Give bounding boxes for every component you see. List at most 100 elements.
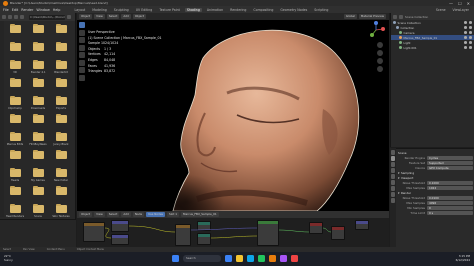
file-item[interactable] bbox=[4, 149, 26, 167]
file-item[interactable]: Jenny Black bbox=[50, 131, 72, 149]
tab-modeling[interactable]: Modeling bbox=[90, 8, 109, 12]
file-path-field[interactable]: C:\Users\Studio\...\Documents\ bbox=[29, 14, 65, 20]
minimize-button[interactable]: — bbox=[449, 1, 453, 6]
taskbar-clock[interactable]: 3:15 PM 6/12/2024 bbox=[456, 254, 470, 262]
render-camera-icon[interactable] bbox=[469, 21, 472, 24]
menu-help[interactable]: Help bbox=[53, 8, 61, 12]
file-item[interactable] bbox=[27, 77, 49, 95]
modifier-tab-icon[interactable] bbox=[390, 192, 396, 197]
property-field[interactable]: 4096 bbox=[427, 200, 473, 205]
node-add-menu[interactable]: Add bbox=[121, 212, 131, 217]
world-tab-icon[interactable] bbox=[390, 180, 396, 185]
windows-start-icon[interactable] bbox=[172, 255, 179, 262]
forward-arrow-icon[interactable] bbox=[8, 15, 12, 19]
back-arrow-icon[interactable] bbox=[2, 15, 6, 19]
cursor-tool-icon[interactable] bbox=[79, 29, 85, 36]
visibility-eye-icon[interactable] bbox=[464, 21, 467, 24]
menu-window[interactable]: Window bbox=[36, 8, 49, 12]
outliner-row[interactable]: Light.001 bbox=[391, 45, 474, 50]
property-field[interactable]: 1024 bbox=[427, 185, 473, 190]
select-box-tool-icon[interactable] bbox=[79, 22, 85, 28]
close-button[interactable]: ✕ bbox=[467, 1, 470, 6]
file-item[interactable]: Blender 4.1 bbox=[27, 59, 49, 77]
material-name-field[interactable]: Marcus_FBX_Sample_01 bbox=[181, 212, 219, 217]
transform-tool-icon[interactable] bbox=[79, 59, 85, 66]
visibility-eye-icon[interactable] bbox=[464, 26, 467, 29]
rotate-tool-icon[interactable] bbox=[79, 44, 85, 51]
taskbar-app-icon[interactable] bbox=[280, 255, 287, 262]
file-item[interactable] bbox=[4, 77, 26, 95]
file-item[interactable] bbox=[50, 23, 72, 41]
file-item[interactable]: Heads bbox=[4, 167, 26, 185]
file-item[interactable] bbox=[50, 113, 72, 131]
add-menu[interactable]: Add bbox=[121, 14, 131, 19]
render-camera-icon[interactable] bbox=[469, 36, 472, 39]
file-item[interactable]: FilmBoyNews bbox=[27, 131, 49, 149]
file-item[interactable]: Downloads bbox=[27, 95, 49, 113]
file-item[interactable] bbox=[4, 41, 26, 59]
select-menu[interactable]: Select bbox=[106, 14, 120, 19]
use-nodes-toggle[interactable]: Use Nodes bbox=[146, 212, 165, 217]
file-item[interactable] bbox=[27, 23, 49, 41]
material-slot-selector[interactable]: Slot 1 bbox=[167, 212, 180, 217]
gizmo-z-axis-icon[interactable] bbox=[374, 21, 378, 25]
pan-hand-icon[interactable] bbox=[377, 50, 383, 56]
file-item[interactable] bbox=[27, 149, 49, 167]
tab-rendering[interactable]: Rendering bbox=[228, 8, 248, 12]
taskbar-app-icon[interactable] bbox=[247, 255, 254, 262]
visibility-eye-icon[interactable] bbox=[464, 36, 467, 39]
file-item[interactable]: Clipchamp bbox=[4, 95, 26, 113]
tab-scripting[interactable]: Scripting bbox=[312, 8, 330, 12]
camera-view-icon[interactable] bbox=[377, 58, 383, 64]
taskbar-search[interactable]: Search bbox=[183, 255, 221, 262]
property-field[interactable]: 0 bbox=[427, 205, 473, 210]
property-field[interactable]: 0 s bbox=[427, 210, 473, 215]
render-camera-icon[interactable] bbox=[469, 26, 472, 29]
parent-folder-icon[interactable] bbox=[14, 15, 18, 19]
weather-widget[interactable]: 22°C Sunny bbox=[4, 255, 13, 262]
taskbar-app-icon[interactable] bbox=[236, 255, 243, 262]
gizmo-x-axis-icon[interactable] bbox=[381, 27, 385, 31]
property-field[interactable]: 0.0100 bbox=[427, 195, 473, 200]
node-view-menu[interactable]: View bbox=[94, 212, 105, 217]
tab-animation[interactable]: Animation bbox=[205, 8, 225, 12]
maximize-button[interactable]: ☐ bbox=[458, 1, 462, 6]
object-tab-icon[interactable] bbox=[390, 186, 396, 191]
render-camera-icon[interactable] bbox=[469, 41, 472, 44]
property-field[interactable]: 0.1000 bbox=[427, 180, 473, 185]
tool-tab-icon[interactable] bbox=[390, 150, 396, 155]
file-item[interactable]: My Games bbox=[27, 167, 49, 185]
shader-node-canvas[interactable] bbox=[77, 218, 389, 247]
property-field[interactable]: Supported bbox=[427, 160, 473, 165]
scale-tool-icon[interactable] bbox=[79, 52, 85, 58]
render-camera-icon[interactable] bbox=[469, 31, 472, 34]
taskbar-app-icon[interactable] bbox=[258, 255, 265, 262]
file-item[interactable]: BlenderKit bbox=[50, 59, 72, 77]
object-menu[interactable]: Object bbox=[132, 14, 146, 19]
view-layer-selector[interactable]: ViewLayer bbox=[451, 8, 471, 12]
display-mode-icon[interactable] bbox=[393, 14, 397, 19]
tab-texture-paint[interactable]: Texture Paint bbox=[157, 8, 182, 12]
menu-render[interactable]: Render bbox=[21, 8, 33, 12]
view-layer-tab-icon[interactable] bbox=[390, 168, 396, 173]
view-menu[interactable]: View bbox=[94, 14, 105, 19]
shading-mode[interactable]: Material Preview bbox=[358, 14, 386, 19]
taskbar-app-icon[interactable] bbox=[269, 255, 276, 262]
navigation-gizmo[interactable] bbox=[367, 21, 385, 39]
file-item[interactable] bbox=[4, 113, 26, 131]
file-item[interactable] bbox=[50, 77, 72, 95]
editor-mode-selector[interactable]: Object bbox=[79, 212, 93, 217]
tab-shading[interactable]: Shading bbox=[184, 7, 202, 12]
gizmo-y-axis-icon[interactable] bbox=[370, 33, 374, 37]
transform-orientation[interactable]: Global bbox=[343, 14, 357, 19]
search-icon[interactable] bbox=[67, 15, 71, 19]
visibility-eye-icon[interactable] bbox=[464, 31, 467, 34]
file-item[interactable]: 3D bbox=[4, 59, 26, 77]
file-item[interactable] bbox=[50, 185, 72, 203]
property-field[interactable]: GPU Compute bbox=[427, 165, 473, 170]
file-item[interactable] bbox=[50, 41, 72, 59]
filter-icon[interactable] bbox=[399, 14, 403, 19]
zoom-icon[interactable] bbox=[377, 42, 383, 48]
render-tab-icon[interactable] bbox=[390, 156, 396, 161]
file-item[interactable] bbox=[4, 185, 26, 203]
